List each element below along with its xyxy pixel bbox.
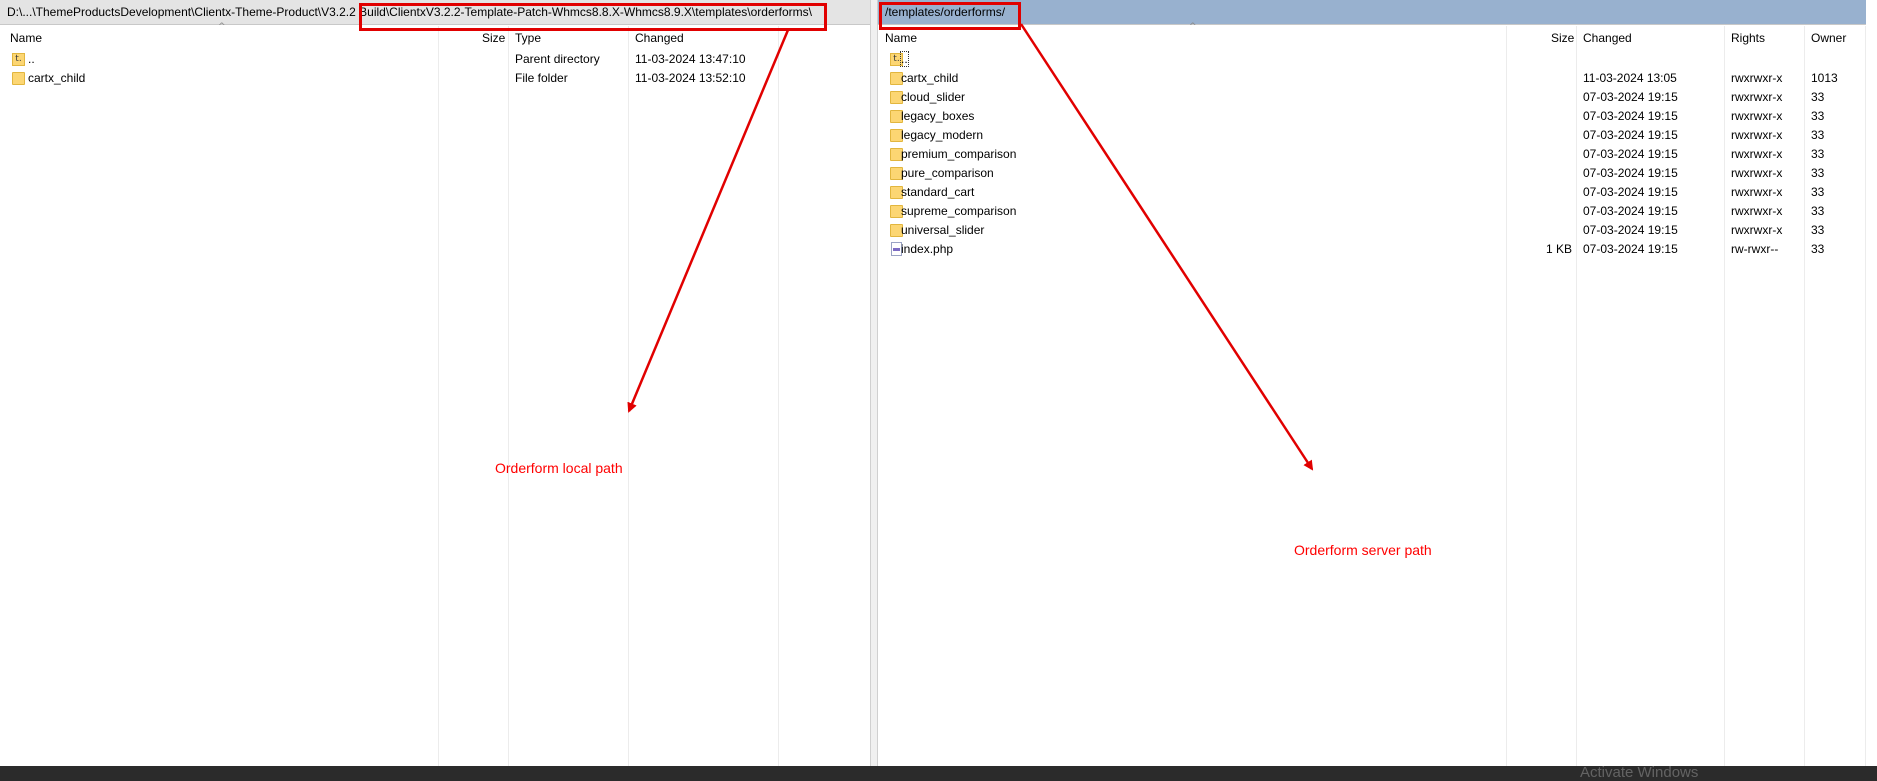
- column-separator: [628, 26, 629, 766]
- file-rights: rwxrwxr-x: [1731, 128, 1783, 142]
- file-rights: rwxrwxr-x: [1731, 185, 1783, 199]
- file-name: ..: [28, 52, 35, 66]
- file-name: premium_comparison: [901, 147, 1017, 161]
- remote-file-pane[interactable]: /templates/orderforms/ Name Size Changed…: [878, 0, 1866, 766]
- file-rights: rwxrwxr-x: [1731, 204, 1783, 218]
- file-changed: 07-03-2024 19:15: [1583, 109, 1678, 123]
- file-row[interactable]: t...: [878, 50, 1866, 69]
- server-path-annotation: Orderform server path: [1294, 542, 1432, 558]
- parent-directory-icon: t.: [12, 53, 25, 66]
- remote-col-rights[interactable]: Rights: [1731, 31, 1765, 45]
- file-changed: 07-03-2024 19:15: [1583, 242, 1678, 256]
- file-name: universal_slider: [901, 223, 985, 237]
- remote-col-size[interactable]: Size: [1551, 31, 1574, 45]
- local-col-size[interactable]: Size: [482, 31, 505, 45]
- right-edge: [1866, 0, 1877, 766]
- file-row[interactable]: standard_cart 07-03-2024 19:15 rwxrwxr-x 33: [878, 183, 1866, 202]
- column-separator: [438, 26, 439, 766]
- file-changed: 07-03-2024 19:15: [1583, 223, 1678, 237]
- folder-icon: [12, 72, 25, 85]
- local-col-name[interactable]: Name: [10, 31, 42, 45]
- local-path-annotation: Orderform local path: [495, 460, 623, 476]
- file-owner: 1013: [1811, 71, 1838, 85]
- file-row[interactable]: premium_comparison 07-03-2024 19:15 rwxrwx…: [878, 145, 1866, 164]
- file-name: ..: [900, 51, 909, 67]
- file-changed: 07-03-2024 19:15: [1583, 147, 1678, 161]
- file-changed: 07-03-2024 19:15: [1583, 128, 1678, 142]
- remote-column-header: Name Size Changed Rights Owner: [878, 26, 1866, 50]
- file-owner: 33: [1811, 147, 1825, 161]
- file-row[interactable]: supreme_comparison 07-03-2024 19:15 rwxrwx…: [878, 202, 1866, 221]
- activation-watermark: Activate Windows: [1580, 764, 1699, 781]
- file-row[interactable]: universal_slider 07-03-2024 19:15 rwxrwxr-…: [878, 221, 1866, 240]
- local-column-header: Name Size Type Changed: [0, 26, 870, 50]
- file-name: index.php: [901, 242, 954, 256]
- file-rights: rwxrwxr-x: [1731, 109, 1783, 123]
- file-size: 1 KB: [1545, 242, 1572, 256]
- remote-col-name[interactable]: Name: [885, 31, 917, 45]
- file-owner: 33: [1811, 166, 1825, 180]
- column-separator: [508, 26, 509, 766]
- file-rights: rwxrwxr-x: [1731, 71, 1783, 85]
- file-owner: 33: [1811, 128, 1825, 142]
- local-file-pane[interactable]: D:\...\ThemeProductsDevelopment\Clientx-…: [0, 0, 870, 766]
- file-owner: 33: [1811, 242, 1825, 256]
- file-changed: 11-03-2024 13:52:10: [635, 71, 746, 85]
- file-row[interactable]: index.php 1 KB 07-03-2024 19:15 rw-rwxr-- 33: [878, 240, 1866, 259]
- file-name: supreme_comparison: [901, 204, 1017, 218]
- file-row[interactable]: pure_comparison 07-03-2024 19:15 rwxrwxr-x…: [878, 164, 1866, 183]
- file-name: cartx_child: [28, 71, 86, 85]
- file-row[interactable]: legacy_boxes 07-03-2024 19:15 rwxrwxr-x 33: [878, 107, 1866, 126]
- file-rights: rwxrwxr-x: [1731, 147, 1783, 161]
- remote-file-list: t... cartx_child 11-03-2024 13:05 rwxrwxr-x…: [878, 50, 1866, 259]
- file-name: cloud_slider: [901, 90, 966, 104]
- local-file-list: t... Parent directory 11-03-2024 13:47:10 c…: [0, 50, 870, 88]
- file-name: legacy_modern: [901, 128, 984, 142]
- file-rights: rwxrwxr-x: [1731, 166, 1783, 180]
- file-changed: 07-03-2024 19:15: [1583, 90, 1678, 104]
- pane-splitter[interactable]: [870, 0, 878, 766]
- file-rights: rwxrwxr-x: [1731, 223, 1783, 237]
- file-name: pure_comparison: [901, 166, 994, 180]
- file-owner: 33: [1811, 204, 1825, 218]
- column-separator: [778, 26, 779, 766]
- file-changed: 11-03-2024 13:47:10: [635, 52, 746, 66]
- file-row[interactable]: t... Parent directory 11-03-2024 13:47:10: [0, 50, 870, 69]
- file-rights: rwxrwxr-x: [1731, 90, 1783, 104]
- remote-col-owner[interactable]: Owner: [1811, 31, 1846, 45]
- file-owner: 33: [1811, 223, 1825, 237]
- file-rights: rw-rwxr--: [1731, 242, 1779, 256]
- file-changed: 07-03-2024 19:15: [1583, 185, 1678, 199]
- file-type: Parent directory: [515, 52, 600, 66]
- local-path-bar[interactable]: D:\...\ThemeProductsDevelopment\Clientx-…: [0, 0, 870, 25]
- file-changed: 11-03-2024 13:05: [1583, 71, 1677, 85]
- sort-ascending-icon: ^: [218, 22, 226, 32]
- sort-ascending-icon: ^: [1189, 22, 1197, 32]
- local-col-type[interactable]: Type: [515, 31, 541, 45]
- file-name: standard_cart: [901, 185, 975, 199]
- file-row[interactable]: cartx_child 11-03-2024 13:05 rwxrwxr-x 1013: [878, 69, 1866, 88]
- file-owner: 33: [1811, 185, 1825, 199]
- file-type: File folder: [515, 71, 568, 85]
- file-row[interactable]: cloud_slider 07-03-2024 19:15 rwxrwxr-x 33: [878, 88, 1866, 107]
- file-owner: 33: [1811, 109, 1825, 123]
- file-changed: 07-03-2024 19:15: [1583, 204, 1678, 218]
- file-name: cartx_child: [901, 71, 959, 85]
- file-row[interactable]: cartx_child File folder 11-03-2024 13:52:1…: [0, 69, 870, 88]
- file-changed: 07-03-2024 19:15: [1583, 166, 1678, 180]
- file-name: legacy_boxes: [901, 109, 975, 123]
- file-owner: 33: [1811, 90, 1825, 104]
- local-col-changed[interactable]: Changed: [635, 31, 684, 45]
- remote-path-bar[interactable]: /templates/orderforms/: [878, 0, 1866, 25]
- remote-col-changed[interactable]: Changed: [1583, 31, 1632, 45]
- file-row[interactable]: legacy_modern 07-03-2024 19:15 rwxrwxr-x 33: [878, 126, 1866, 145]
